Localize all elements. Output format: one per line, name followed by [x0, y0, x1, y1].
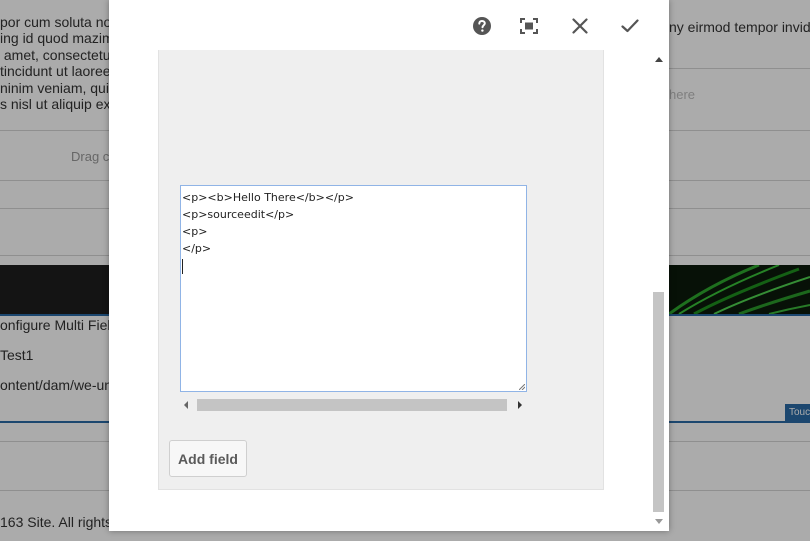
scroll-down-arrow-icon[interactable] — [655, 519, 663, 524]
source-line: <p> — [182, 225, 208, 238]
done-button[interactable] — [616, 12, 644, 40]
horizontal-scrollbar[interactable] — [180, 398, 528, 412]
add-field-button[interactable]: Add field — [169, 440, 247, 477]
edit-dialog: <p><b>Hello There</b></p> <p>sourceedit</… — [109, 0, 669, 531]
dialog-content: <p><b>Hello There</b></p> <p>sourceedit</… — [123, 50, 655, 531]
fullscreen-button[interactable] — [515, 12, 543, 40]
source-edit-textarea[interactable]: <p><b>Hello There</b></p> <p>sourceedit</… — [180, 185, 527, 392]
close-button[interactable] — [566, 12, 594, 40]
scroll-right-arrow-icon[interactable] — [518, 401, 522, 409]
close-icon — [572, 18, 588, 34]
dialog-toolbar — [109, 0, 669, 50]
checkmark-icon — [621, 19, 639, 33]
text-caret — [182, 258, 183, 274]
scroll-up-arrow-icon[interactable] — [655, 57, 663, 62]
vertical-scrollbar[interactable] — [652, 50, 666, 531]
scroll-left-arrow-icon[interactable] — [184, 401, 188, 409]
fullscreen-icon — [520, 18, 538, 34]
resize-handle-icon[interactable] — [519, 384, 525, 390]
source-line: <p>sourceedit</p> — [182, 208, 295, 221]
multifield-panel: <p><b>Hello There</b></p> <p>sourceedit</… — [158, 50, 604, 490]
help-button[interactable] — [468, 12, 496, 40]
source-line: </p> — [182, 242, 212, 255]
vertical-scroll-thumb[interactable] — [653, 292, 664, 512]
horizontal-scroll-thumb[interactable] — [197, 399, 507, 411]
help-icon — [473, 17, 491, 35]
source-code: <p><b>Hello There</b></p> <p>sourceedit</… — [182, 189, 354, 274]
source-line: <p><b>Hello There</b></p> — [182, 191, 354, 204]
